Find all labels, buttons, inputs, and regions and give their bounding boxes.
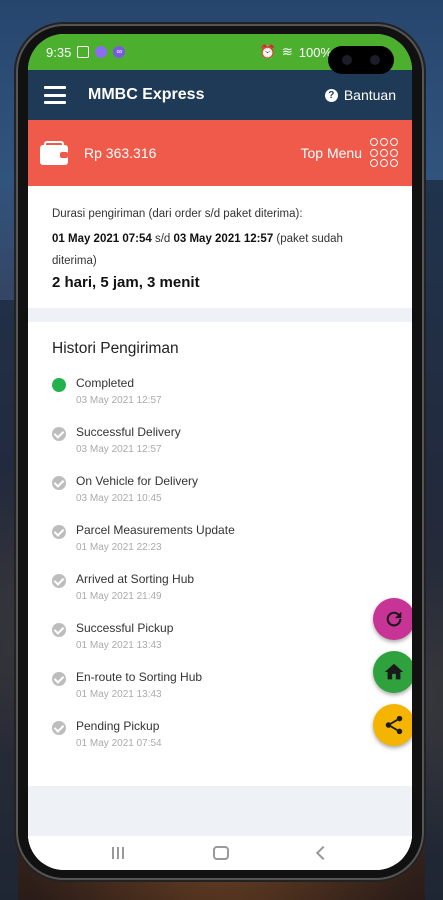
step-time: 03 May 2021 12:57 bbox=[76, 395, 162, 406]
history-step: Arrived at Sorting Hub 01 May 2021 21:49 bbox=[52, 572, 388, 621]
home-icon bbox=[384, 663, 404, 680]
duration-total: 2 hari, 5 jam, 3 menit bbox=[52, 274, 200, 291]
step-time: 01 May 2021 13:43 bbox=[76, 640, 162, 651]
history-step: On Vehicle for Delivery 03 May 2021 10:4… bbox=[52, 474, 388, 523]
check-icon bbox=[52, 721, 66, 735]
wifi-icon: ≋ bbox=[281, 44, 293, 59]
home-button[interactable] bbox=[373, 651, 412, 693]
step-status: Pending Pickup bbox=[76, 719, 160, 733]
step-status: Parcel Measurements Update bbox=[76, 523, 235, 537]
history-step: Successful Pickup 01 May 2021 13:43 bbox=[52, 621, 388, 670]
history-step: Completed 03 May 2021 12:57 bbox=[52, 376, 388, 425]
battery-percent: 100% bbox=[298, 44, 332, 60]
main-content: Durasi pengiriman (dari order s/d paket … bbox=[28, 186, 412, 870]
system-nav-bar bbox=[28, 836, 412, 870]
history-step: Successful Delivery 03 May 2021 12:57 bbox=[52, 425, 388, 474]
back-icon[interactable] bbox=[315, 845, 330, 861]
completed-status-icon bbox=[52, 378, 66, 392]
app-notification-icon bbox=[95, 46, 108, 58]
alarm-icon: ⏰ bbox=[259, 44, 276, 59]
history-card: Histori Pengiriman Completed 03 May 2021… bbox=[28, 322, 412, 786]
duration-start: 01 May 2021 07:54 bbox=[52, 233, 152, 245]
check-icon bbox=[52, 623, 66, 637]
building bbox=[425, 180, 443, 900]
step-time: 01 May 2021 22:23 bbox=[76, 542, 162, 553]
step-status: Successful Pickup bbox=[76, 621, 174, 635]
history-step: Pending Pickup 01 May 2021 07:54 bbox=[52, 719, 388, 768]
share-icon bbox=[385, 715, 403, 735]
duration-end: 03 May 2021 12:57 bbox=[173, 233, 274, 245]
check-icon bbox=[52, 427, 66, 441]
history-title: Histori Pengiriman bbox=[52, 340, 179, 357]
step-status: Arrived at Sorting Hub bbox=[76, 572, 195, 586]
help-icon: ? bbox=[324, 88, 338, 102]
step-time: 01 May 2021 07:54 bbox=[76, 738, 162, 749]
gallery-notification-icon bbox=[77, 46, 90, 58]
phone-screen: 9:35 ∞ ⏰ ≋ 100% MMBC Express ? Bantuan R… bbox=[28, 34, 412, 870]
help-label: Bantuan bbox=[343, 87, 396, 103]
app-title: MMBC Express bbox=[88, 86, 205, 103]
step-status: On Vehicle for Delivery bbox=[76, 474, 199, 488]
wallet-balance[interactable]: Rp 363.316 bbox=[84, 145, 156, 161]
history-step: Parcel Measurements Update 01 May 2021 2… bbox=[52, 523, 388, 572]
duration-separator: s/d bbox=[151, 233, 174, 245]
check-icon bbox=[52, 476, 66, 490]
building bbox=[0, 300, 18, 900]
wallet-icon[interactable] bbox=[40, 141, 70, 165]
status-time: 9:35 bbox=[46, 44, 72, 60]
app-bar: MMBC Express ? Bantuan bbox=[28, 70, 412, 120]
top-menu-button[interactable]: Top Menu bbox=[301, 138, 400, 168]
step-status: Successful Delivery bbox=[76, 425, 181, 439]
top-menu-label: Top Menu bbox=[300, 145, 362, 161]
refresh-icon bbox=[386, 611, 402, 627]
duration-range: 01 May 2021 07:54 s/d 03 May 2021 12:57 … bbox=[52, 228, 388, 272]
step-time: 01 May 2021 21:49 bbox=[76, 591, 162, 602]
grid-menu-icon bbox=[370, 138, 400, 168]
step-time: 03 May 2021 12:57 bbox=[76, 444, 162, 455]
front-camera bbox=[328, 46, 394, 74]
duration-card: Durasi pengiriman (dari order s/d paket … bbox=[28, 186, 412, 308]
messenger-notification-icon: ∞ bbox=[113, 46, 126, 58]
step-time: 01 May 2021 13:43 bbox=[76, 689, 162, 700]
check-icon bbox=[52, 672, 66, 686]
step-status: Completed bbox=[76, 376, 135, 390]
step-time: 03 May 2021 10:45 bbox=[76, 493, 162, 504]
help-button[interactable]: ? Bantuan bbox=[324, 87, 396, 103]
wallet-bar: Rp 363.316 Top Menu bbox=[28, 120, 412, 186]
home-nav-icon[interactable] bbox=[212, 846, 229, 860]
history-step: En-route to Sorting Hub 01 May 2021 13:4… bbox=[52, 670, 388, 719]
refresh-button[interactable] bbox=[373, 598, 412, 640]
check-icon bbox=[52, 525, 66, 539]
duration-label: Durasi pengiriman (dari order s/d paket … bbox=[52, 208, 303, 220]
check-icon bbox=[52, 574, 66, 588]
phone-frame: 9:35 ∞ ⏰ ≋ 100% MMBC Express ? Bantuan R… bbox=[18, 26, 422, 878]
menu-icon[interactable] bbox=[44, 86, 66, 104]
share-button[interactable] bbox=[373, 704, 412, 746]
recents-icon[interactable] bbox=[112, 847, 125, 859]
step-status: En-route to Sorting Hub bbox=[76, 670, 203, 684]
